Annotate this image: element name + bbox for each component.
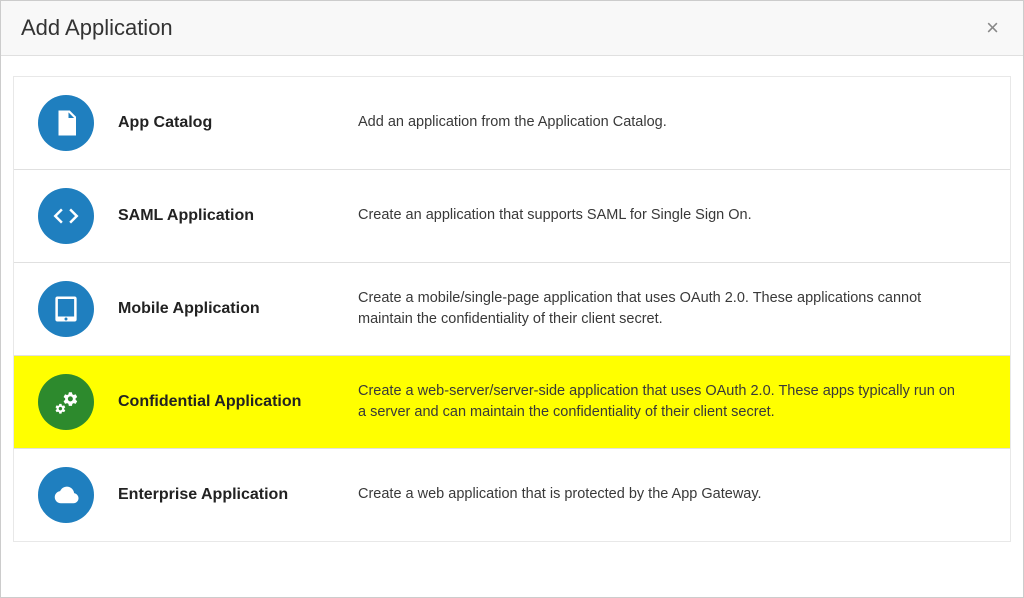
option-mobile-application[interactable]: Mobile Application Create a mobile/singl…	[14, 263, 1010, 356]
dialog-title: Add Application	[21, 15, 173, 41]
gears-icon	[38, 374, 94, 430]
tablet-icon	[38, 281, 94, 337]
close-icon: ×	[986, 15, 999, 40]
option-label: Enterprise Application	[118, 486, 358, 504]
dialog-header: Add Application ×	[1, 1, 1023, 56]
option-description: Create a mobile/single-page application …	[358, 288, 986, 330]
option-app-catalog[interactable]: App Catalog Add an application from the …	[14, 77, 1010, 170]
option-label: SAML Application	[118, 207, 358, 225]
option-confidential-application[interactable]: Confidential Application Create a web-se…	[14, 356, 1010, 449]
cloud-icon	[38, 467, 94, 523]
option-description: Create an application that supports SAML…	[358, 205, 986, 226]
option-label: App Catalog	[118, 114, 358, 132]
close-button[interactable]: ×	[982, 13, 1003, 43]
dialog-body: App Catalog Add an application from the …	[1, 56, 1023, 597]
document-icon	[38, 95, 94, 151]
code-icon	[38, 188, 94, 244]
option-label: Confidential Application	[118, 393, 358, 411]
option-enterprise-application[interactable]: Enterprise Application Create a web appl…	[14, 449, 1010, 541]
option-label: Mobile Application	[118, 300, 358, 318]
options-panel: App Catalog Add an application from the …	[13, 76, 1011, 542]
option-saml-application[interactable]: SAML Application Create an application t…	[14, 170, 1010, 263]
option-description: Add an application from the Application …	[358, 112, 986, 133]
add-application-dialog: Add Application × App Catalog Add an app…	[0, 0, 1024, 598]
option-description: Create a web application that is protect…	[358, 484, 986, 505]
option-description: Create a web-server/server-side applicat…	[358, 381, 986, 423]
